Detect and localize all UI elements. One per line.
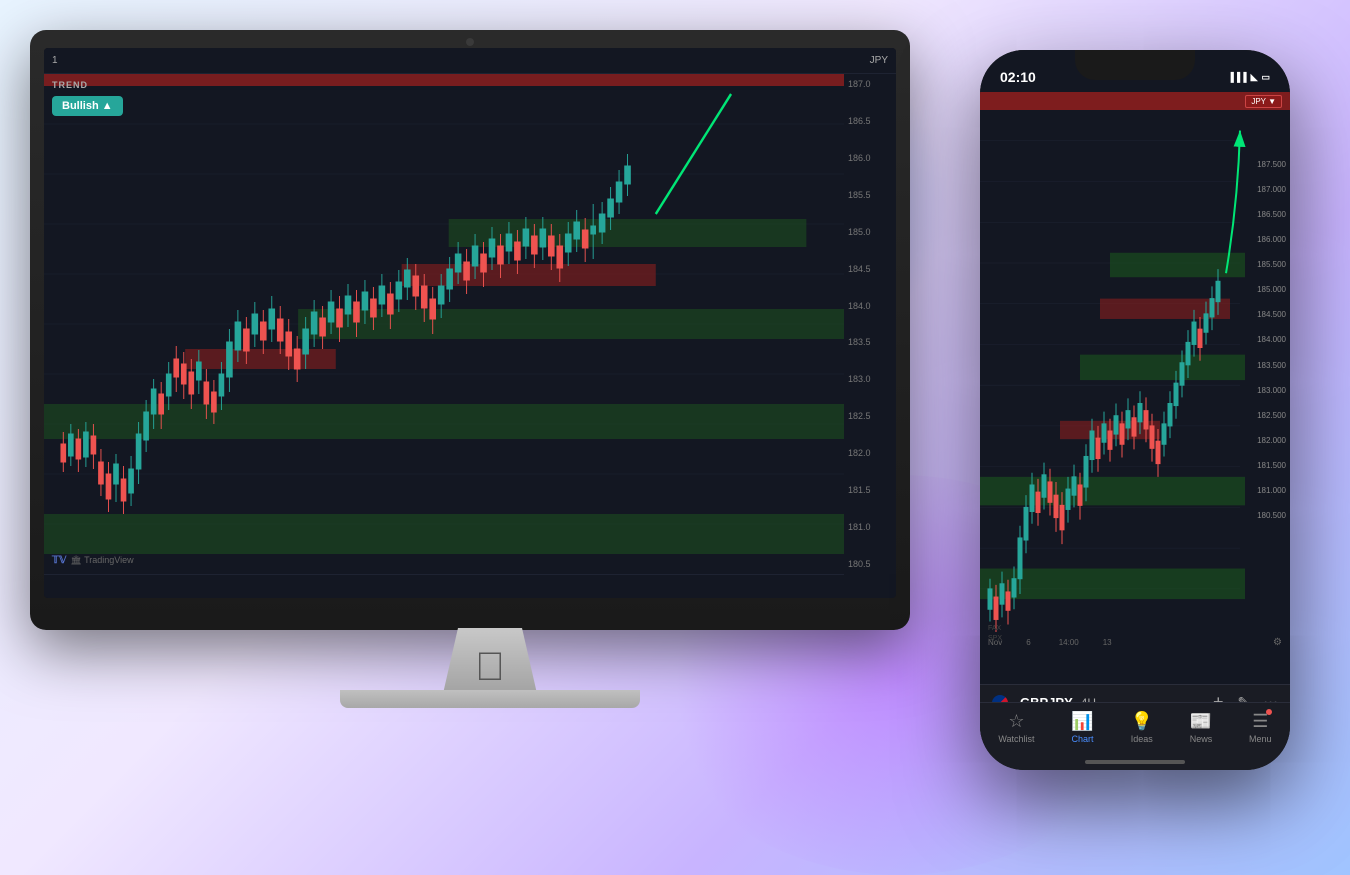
nav-watchlist-label: Watchlist (998, 734, 1034, 744)
mobile-date-bar: Nov 6 14:00 13 ⚙ (980, 632, 1290, 652)
imac-bezel: 1 JPY TREND Bullish ▲ (30, 30, 910, 630)
date-13: 13 (1103, 638, 1112, 647)
mobile-price: 182.500 (1257, 411, 1286, 420)
mobile-price-labels: 187.500 187.000 186.500 186.000 185.500 … (1257, 160, 1286, 520)
nav-menu-label: Menu (1249, 734, 1272, 744)
imac-screen: 1 JPY TREND Bullish ▲ (44, 48, 896, 598)
price-label: 182.0 (848, 448, 892, 458)
top-resistance-bar (44, 74, 844, 86)
nav-watchlist[interactable]: ☆ Watchlist (998, 711, 1034, 744)
imac-wrapper: 1 JPY TREND Bullish ▲ (30, 30, 950, 830)
signal-icon: ▐▐▐ (1227, 72, 1246, 82)
price-label: 183.5 (848, 337, 892, 347)
bullish-badge: Bullish ▲ (52, 96, 123, 116)
iphone-wrapper: 02:10 ▐▐▐ ◣ ▭ JPY ▼ (980, 50, 1320, 810)
wifi-icon: ◣ (1251, 72, 1258, 83)
nav-news[interactable]: 📰 News (1190, 711, 1213, 744)
mobile-price: 187.500 (1257, 160, 1286, 169)
trend-label: TREND (52, 80, 88, 90)
fax-label: FAX (988, 625, 1001, 632)
price-label: 185.5 (848, 190, 892, 200)
nav-ideas[interactable]: 💡 Ideas (1131, 711, 1153, 744)
price-label: 187.0 (848, 79, 892, 89)
chart-top-bar: 1 JPY (44, 48, 896, 74)
price-label: 184.5 (848, 264, 892, 274)
price-label: 186.5 (848, 116, 892, 126)
date-1400: 14:00 (1059, 638, 1079, 647)
watchlist-icon: ☆ (1008, 711, 1024, 732)
chart-bottom-axis (44, 574, 844, 598)
iphone-screen: 02:10 ▐▐▐ ◣ ▭ JPY ▼ (980, 50, 1290, 770)
imac-base (340, 690, 640, 708)
price-label: 184.0 (848, 301, 892, 311)
mobile-price: 184.000 (1257, 335, 1286, 344)
chart-icon: 📊 (1071, 711, 1093, 732)
mobile-price: 181.500 (1257, 461, 1286, 470)
nav-menu[interactable]: ☰ Menu (1249, 711, 1272, 744)
price-label: 182.5 (848, 411, 892, 421)
date-6: 6 (1026, 638, 1030, 647)
iphone-status-icons: ▐▐▐ ◣ ▭ (1227, 72, 1270, 83)
mobile-price: 182.000 (1257, 436, 1286, 445)
mobile-price: 183.500 (1257, 361, 1286, 370)
nav-ideas-label: Ideas (1131, 734, 1153, 744)
price-label: 181.0 (848, 522, 892, 532)
spx-label: SPX (988, 635, 1002, 642)
mobile-price: 186.500 (1257, 210, 1286, 219)
ideas-icon: 💡 (1131, 711, 1153, 732)
iphone-time: 02:10 (1000, 69, 1036, 85)
iphone-notch (1075, 50, 1195, 80)
desktop-chart: 1 JPY TREND Bullish ▲ (44, 48, 896, 598)
chart-currency-label: JPY (870, 55, 888, 66)
settings-icon[interactable]: ⚙ (1273, 637, 1282, 648)
news-icon: 📰 (1190, 711, 1212, 732)
nav-news-label: News (1190, 734, 1213, 744)
imac-camera (466, 38, 474, 46)
tradingview-logo: 𝕋𝕍 🏛 TradingView (52, 555, 134, 566)
mobile-chart-svg (980, 100, 1290, 650)
mobile-price: 181.000 (1257, 486, 1286, 495)
mobile-price: 180.500 (1257, 511, 1286, 520)
iphone-body: 02:10 ▐▐▐ ◣ ▭ JPY ▼ (980, 50, 1290, 770)
mobile-chart-area: 187.500 187.000 186.500 186.000 185.500 … (980, 100, 1290, 650)
mobile-top-resistance: JPY ▼ (980, 92, 1290, 110)
jpy-dropdown[interactable]: JPY ▼ (1245, 95, 1282, 108)
chart-index: 1 (52, 55, 58, 66)
iphone-home-indicator (1085, 760, 1185, 764)
nav-chart[interactable]: 📊 Chart (1071, 711, 1093, 744)
mobile-price: 185.000 (1257, 285, 1286, 294)
mobile-price: 186.000 (1257, 235, 1286, 244)
price-label: 180.5 (848, 559, 892, 569)
mobile-price: 184.500 (1257, 310, 1286, 319)
price-axis: 187.0 186.5 186.0 185.5 185.0 184.5 184.… (844, 74, 896, 574)
apple-logo-imac:  (475, 645, 505, 690)
price-label: 181.5 (848, 485, 892, 495)
nav-chart-label: Chart (1072, 734, 1094, 744)
price-label: 185.0 (848, 227, 892, 237)
price-label: 186.0 (848, 153, 892, 163)
price-label: 183.0 (848, 374, 892, 384)
mobile-price: 187.000 (1257, 185, 1286, 194)
mobile-price: 183.000 (1257, 386, 1286, 395)
battery-icon: ▭ (1261, 72, 1270, 83)
desktop-chart-svg (44, 74, 844, 574)
mobile-price: 185.500 (1257, 260, 1286, 269)
